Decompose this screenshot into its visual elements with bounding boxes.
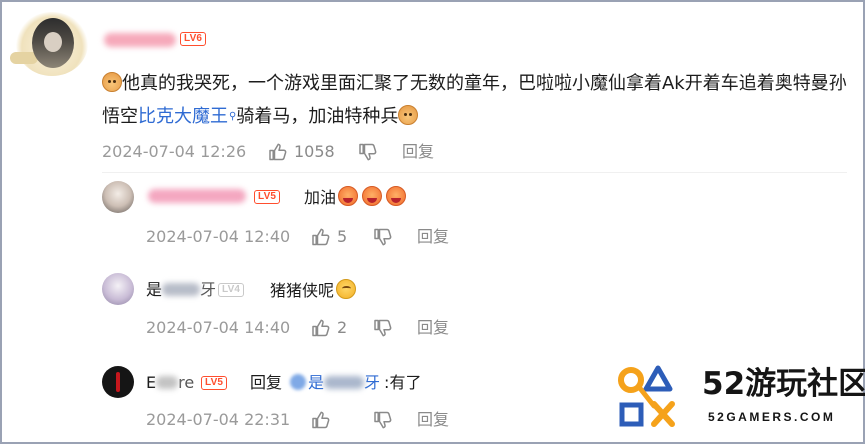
- site-logo-icon: [618, 365, 675, 427]
- like-count: 2: [337, 318, 348, 337]
- site-logo-title: 52游玩社区: [702, 366, 865, 402]
- reply-text-content: :有了: [384, 373, 422, 392]
- reply-timestamp: 2024-07-04 12:40: [146, 227, 291, 246]
- site-logo-subtitle: 52GAMERS.COM: [708, 410, 836, 424]
- cheer-emoji-icon: [338, 186, 359, 206]
- doge-emoji-icon: [398, 105, 419, 125]
- reply-author-name[interactable]: Ere: [146, 372, 194, 394]
- mention-avatar-blurred: [290, 374, 307, 390]
- like-count: 5: [337, 227, 348, 246]
- reply-text: 回复 是 牙:有了: [250, 372, 421, 394]
- doge-emoji-icon: [102, 72, 122, 92]
- reply-author-name-tail[interactable]: 牙: [200, 280, 216, 299]
- reply-avatar[interactable]: [102, 181, 134, 213]
- reply-button[interactable]: 回复: [417, 318, 449, 338]
- mention-link[interactable]: 是: [308, 373, 324, 392]
- level-badge: LV5: [201, 376, 228, 390]
- reply-author-name-blurred[interactable]: [156, 376, 179, 389]
- comment-timestamp: 2024-07-04 12:26: [102, 142, 247, 161]
- reply-author-name-blurred[interactable]: [162, 283, 201, 296]
- reply-author-name-tail[interactable]: re: [178, 373, 194, 392]
- reply-author-name-visible[interactable]: 是: [146, 280, 162, 299]
- thumbs-up-icon[interactable]: [311, 318, 331, 338]
- comment-text: 他真的我哭死，一个游戏里面汇聚了无数的童年，巴啦啦小魔仙拿着Ak开着车追着奥特曼…: [102, 67, 847, 133]
- level-badge: LV6: [180, 32, 207, 46]
- thumbs-down-icon[interactable]: [373, 227, 393, 247]
- thumbs-down-icon[interactable]: [373, 318, 393, 338]
- reply-text: 猪猪侠呢: [270, 279, 357, 302]
- reply-text: 加油: [304, 186, 407, 209]
- reply-button[interactable]: 回复: [402, 142, 434, 162]
- level-badge: LV4: [218, 283, 245, 297]
- reply-text-content: 加油: [304, 188, 337, 207]
- thumbs-up-icon[interactable]: [311, 410, 331, 430]
- reply-avatar[interactable]: [102, 366, 134, 398]
- reply-button[interactable]: 回复: [417, 410, 449, 430]
- reply-timestamp: 2024-07-04 14:40: [146, 318, 291, 337]
- cheer-emoji-icon: [386, 186, 407, 206]
- thumbs-up-icon[interactable]: [311, 227, 331, 247]
- thumbs-up-icon[interactable]: [268, 142, 288, 162]
- search-link[interactable]: 比克大魔王: [138, 106, 228, 127]
- like-count: 1058: [294, 142, 335, 161]
- thumbs-down-icon[interactable]: [358, 142, 378, 162]
- reply-text-content: 猪猪侠呢: [270, 281, 335, 300]
- level-badge: LV5: [254, 190, 281, 204]
- reply-name-blurred[interactable]: [148, 189, 246, 203]
- reply-author-name[interactable]: 是牙: [146, 279, 216, 301]
- reply-timestamp: 2024-07-04 22:31: [146, 410, 291, 429]
- commenter-name-blurred[interactable]: [104, 33, 176, 47]
- reply-button[interactable]: 回复: [417, 227, 449, 247]
- cheer-emoji-icon: [362, 186, 383, 206]
- divider: [102, 172, 847, 173]
- reply-avatar[interactable]: [102, 273, 134, 305]
- sigh-emoji-icon: [336, 279, 357, 299]
- reply-prefix: 回复: [250, 373, 283, 392]
- commenter-avatar[interactable]: [10, 4, 94, 80]
- thumbs-down-icon[interactable]: [373, 410, 393, 430]
- reply-author-name-visible[interactable]: E: [146, 373, 156, 392]
- mention-link-tail[interactable]: 牙: [364, 373, 380, 392]
- comment-text-part2: 骑着马，加油特种兵: [236, 106, 399, 127]
- mention-name-blurred[interactable]: [324, 376, 365, 389]
